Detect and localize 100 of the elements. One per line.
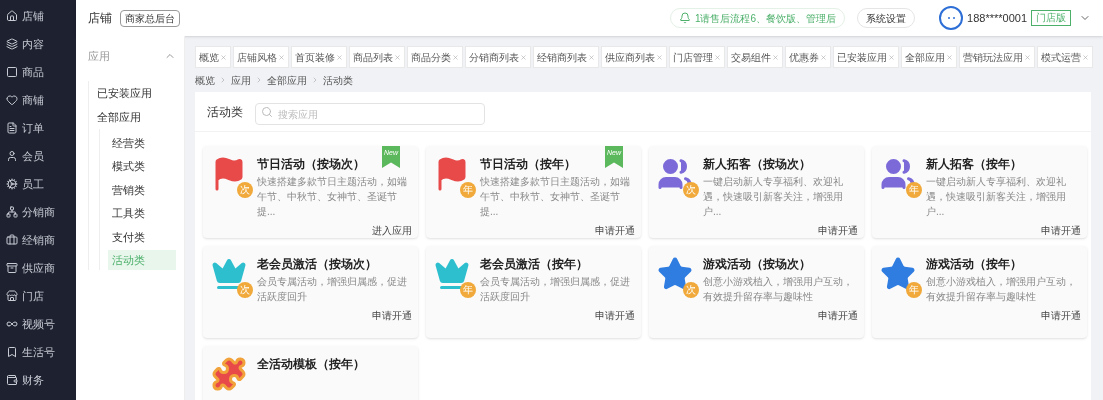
- sidebar-icon: [6, 66, 18, 78]
- page-tab[interactable]: 店铺风格: [233, 46, 289, 68]
- puzzle-icon: [211, 356, 247, 392]
- page-tab[interactable]: 全部应用: [901, 46, 957, 68]
- sidebar-item[interactable]: 员工: [0, 170, 76, 198]
- sidebar-item[interactable]: 商铺: [0, 86, 76, 114]
- page-tab[interactable]: 交易组件: [727, 46, 783, 68]
- sidebar-icon: [6, 206, 18, 218]
- breadcrumb-link[interactable]: 应用: [231, 72, 251, 88]
- tab-label: 店铺风格: [237, 50, 277, 65]
- app-description: 一键启动新人专享福利、欢迎礼遇，快速吸引新客关注，增强用户...: [926, 175, 1067, 219]
- app-action-link[interactable]: 申请开通: [818, 223, 858, 238]
- breadcrumb-link[interactable]: 概览: [195, 72, 215, 88]
- app-description: 创意小游戏植入，增强用户互动，有效提升留存率与趣味性: [703, 275, 854, 304]
- close-icon[interactable]: [820, 53, 827, 61]
- page-tab[interactable]: 商品分类: [407, 46, 463, 68]
- submenu-item[interactable]: 工具类: [108, 203, 176, 223]
- sidebar-icon: [6, 234, 18, 246]
- sidebar-item[interactable]: 店铺: [0, 2, 76, 30]
- app-description: 会员专属活动，增强归属感，促进活跃度回升: [480, 275, 631, 304]
- submenu-item[interactable]: 全部应用: [97, 104, 176, 129]
- separator-icon: [255, 76, 263, 84]
- close-icon[interactable]: [946, 53, 953, 61]
- app-title: 新人拓客（按年）: [926, 156, 1023, 172]
- page-tab[interactable]: 供应商列表: [601, 46, 667, 68]
- sidebar-item[interactable]: 视频号: [0, 310, 76, 338]
- submenu-item[interactable]: 已安装应用: [97, 80, 176, 105]
- app-title: 全活动模板（按年）: [257, 356, 366, 372]
- page-tab[interactable]: 分销商列表: [465, 46, 531, 68]
- avatar[interactable]: [939, 6, 964, 30]
- sidebar-item[interactable]: 门店: [0, 282, 76, 310]
- sidebar-item[interactable]: 分销商: [0, 198, 76, 226]
- sidebar-item[interactable]: 商品: [0, 58, 76, 86]
- close-icon[interactable]: [520, 53, 527, 61]
- badge: 年: [906, 182, 922, 198]
- page-tab[interactable]: 已安装应用: [833, 46, 899, 68]
- close-icon[interactable]: [714, 53, 721, 61]
- close-icon[interactable]: [1082, 53, 1089, 61]
- tab-label: 概览: [199, 50, 219, 65]
- page-tab[interactable]: 营销玩法应用: [959, 46, 1035, 68]
- badge: 年: [460, 282, 476, 298]
- page-tab[interactable]: 经销商列表: [533, 46, 599, 68]
- close-icon[interactable]: [588, 53, 595, 61]
- close-icon[interactable]: [336, 53, 343, 61]
- app-action-link[interactable]: 申请开通: [1041, 223, 1081, 238]
- app-title: 老会员激活（按年）: [480, 256, 589, 272]
- sidebar-item[interactable]: 供应商: [0, 254, 76, 282]
- page-tab[interactable]: 优惠券: [785, 46, 831, 68]
- tab-label: 经销商列表: [537, 50, 587, 65]
- tab-label: 营销玩法应用: [963, 50, 1023, 65]
- tab-label: 模式运营: [1041, 50, 1081, 65]
- search-icon: [261, 105, 273, 118]
- sidebar-item[interactable]: 生活号: [0, 338, 76, 366]
- breadcrumb-link[interactable]: 全部应用: [267, 72, 307, 88]
- app-action-link[interactable]: 申请开通: [818, 308, 858, 323]
- search-field[interactable]: 搜索应用: [255, 103, 485, 125]
- close-icon[interactable]: [394, 53, 401, 61]
- badge: 次: [683, 182, 699, 198]
- close-icon[interactable]: [278, 53, 285, 61]
- submenu-item[interactable]: 支付类: [108, 226, 176, 247]
- page-tab[interactable]: 概览: [195, 46, 231, 68]
- close-icon[interactable]: [220, 53, 227, 61]
- sidebar-icon: [6, 374, 18, 386]
- phone-number: 188****0001: [967, 10, 1027, 26]
- submenu-item[interactable]: 模式类: [108, 156, 176, 176]
- app-description: 一键启动新人专享福利、欢迎礼遇，快速吸引新客关注，增强用户...: [703, 175, 844, 219]
- breadcrumb-link[interactable]: 活动类: [323, 72, 353, 88]
- sidebar-item[interactable]: 财务: [0, 366, 76, 394]
- app-title: 游戏活动（按年）: [926, 256, 1023, 272]
- app-action-link[interactable]: 申请开通: [372, 308, 412, 323]
- page-tab[interactable]: 首页装修: [291, 46, 347, 68]
- app-action-link[interactable]: 申请开通: [595, 223, 635, 238]
- close-icon[interactable]: [452, 53, 459, 61]
- sidebar-icon: [6, 346, 18, 358]
- sidebar-icon: [6, 150, 18, 162]
- close-icon[interactable]: [772, 53, 779, 61]
- sidebar-icon: [6, 178, 18, 190]
- badge: 次: [683, 282, 699, 298]
- page-tab[interactable]: 门店管理: [669, 46, 725, 68]
- sidebar-item[interactable]: 会员: [0, 142, 76, 170]
- close-icon[interactable]: [888, 53, 895, 61]
- tab-label: 优惠券: [789, 50, 819, 65]
- close-icon[interactable]: [1024, 53, 1031, 61]
- tab-label: 交易组件: [731, 50, 771, 65]
- submenu-item[interactable]: 营销类: [108, 179, 176, 200]
- app-description: 快速搭建多款节日主题活动，如端午节、中秋节、女神节、圣诞节提...: [480, 175, 631, 219]
- sidebar-icon: [6, 318, 18, 330]
- page-tab[interactable]: 模式运营: [1037, 46, 1093, 68]
- page-tab[interactable]: 商品列表: [349, 46, 405, 68]
- sidebar-item[interactable]: 经销商: [0, 226, 76, 254]
- app-action-link[interactable]: 进入应用: [372, 223, 412, 238]
- app-action-link[interactable]: 申请开通: [1041, 308, 1081, 323]
- close-icon[interactable]: [656, 53, 663, 61]
- submenu-item[interactable]: 经营类: [108, 132, 176, 153]
- app-title: 节日活动（按年）: [480, 156, 577, 172]
- app-action-link[interactable]: 申请开通: [595, 308, 635, 323]
- sidebar-item[interactable]: 内容: [0, 30, 76, 58]
- badge: 次: [237, 282, 253, 298]
- sidebar-item[interactable]: 订单: [0, 114, 76, 142]
- notice-text: 1请售后流程6、餐饮版、管理后: [694, 11, 837, 26]
